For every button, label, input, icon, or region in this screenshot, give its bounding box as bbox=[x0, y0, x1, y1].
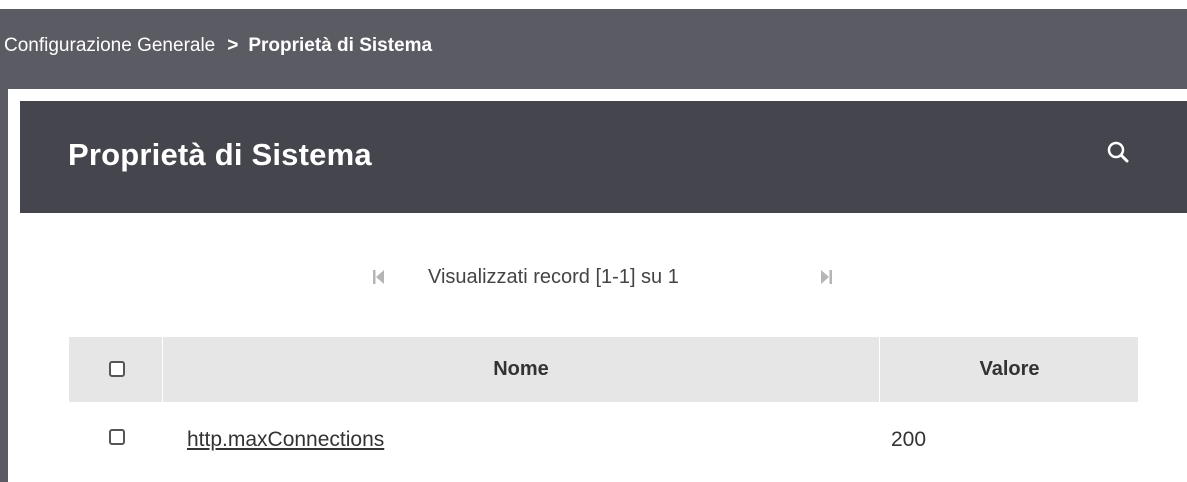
select-all-cell bbox=[69, 337, 161, 402]
first-page-icon[interactable] bbox=[371, 268, 387, 286]
last-page-icon[interactable] bbox=[818, 268, 834, 286]
column-header-nome[interactable]: Nome bbox=[162, 337, 879, 402]
row-select-cell bbox=[69, 402, 161, 480]
pagination-info: Visualizzati record [1-1] su 1 bbox=[428, 266, 679, 288]
property-value-cell: 200 bbox=[891, 428, 927, 451]
pagination: Visualizzati record [1-1] su 1 bbox=[0, 262, 1187, 292]
select-all-checkbox[interactable] bbox=[109, 361, 125, 377]
breadcrumb-separator: > bbox=[227, 35, 239, 56]
properties-table: Nome Valore http.maxConnections 200 bbox=[69, 337, 1138, 480]
property-name-link[interactable]: http.maxConnections bbox=[187, 428, 384, 451]
row-checkbox[interactable] bbox=[109, 429, 125, 445]
breadcrumb: Configurazione Generale > Proprietà di Sis… bbox=[0, 9, 1187, 89]
breadcrumb-content: Configurazione Generale > Proprietà di Sis… bbox=[4, 6, 432, 86]
panel-gap bbox=[8, 89, 1187, 101]
table-row: http.maxConnections 200 bbox=[69, 402, 1138, 480]
search-icon[interactable] bbox=[1099, 133, 1139, 173]
breadcrumb-parent-link[interactable]: Configurazione Generale bbox=[4, 35, 215, 56]
panel-header: Proprietà di Sistema bbox=[20, 101, 1187, 213]
column-header-valore[interactable]: Valore bbox=[879, 337, 1139, 402]
page-title: Proprietà di Sistema bbox=[68, 137, 372, 172]
property-name-cell: http.maxConnections bbox=[187, 402, 384, 480]
breadcrumb-current: Proprietà di Sistema bbox=[248, 35, 433, 56]
table-header: Nome Valore bbox=[69, 337, 1138, 402]
